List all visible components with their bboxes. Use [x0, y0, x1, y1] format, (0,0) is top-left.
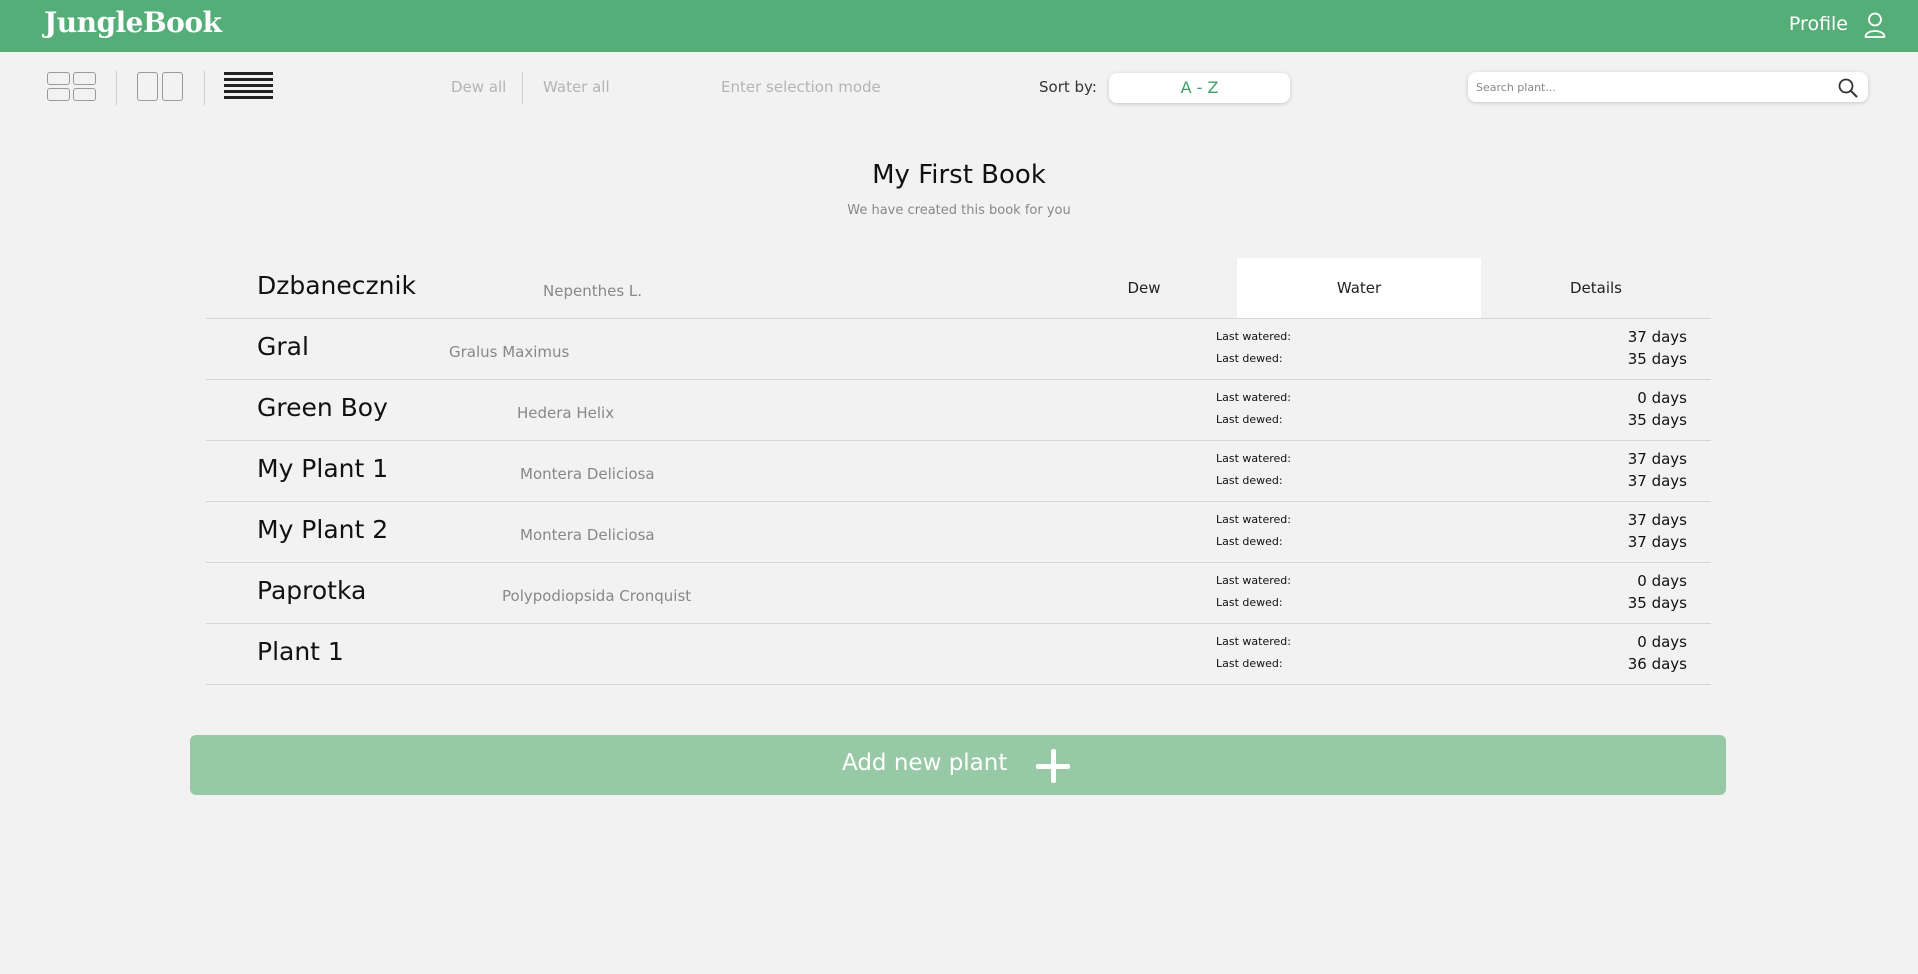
page-title: My First Book: [872, 160, 1046, 190]
plant-name: Dzbanecznik: [257, 271, 416, 300]
list-view-icon[interactable]: [224, 72, 274, 102]
add-plant-label: Add new plant: [842, 750, 1008, 776]
plant-name: Gral: [257, 332, 309, 361]
last-watered-label: Last watered:: [1216, 513, 1291, 526]
search-input[interactable]: [1476, 77, 1816, 97]
last-dewed-value: 37 days: [1627, 533, 1687, 551]
plant-row[interactable]: Green Boy Hedera Helix Last watered: Las…: [206, 380, 1711, 441]
plant-row[interactable]: Plant 1 Last watered: Last dewed: 0 days…: [206, 624, 1711, 685]
details-button[interactable]: Details: [1481, 258, 1711, 318]
last-dewed-label: Last dewed:: [1216, 657, 1283, 670]
dew-all-button[interactable]: Dew all: [451, 78, 506, 96]
add-plant-button[interactable]: Add new plant: [190, 735, 1726, 795]
last-dewed-value: 37 days: [1627, 472, 1687, 490]
plus-icon: [1036, 749, 1070, 783]
plant-species: Montera Deliciosa: [520, 526, 655, 544]
last-dewed-label: Last dewed:: [1216, 596, 1283, 609]
sort-select[interactable]: A - Z: [1109, 73, 1290, 103]
last-watered-value: 37 days: [1627, 450, 1687, 468]
plant-list: Dzbanecznik Nepenthes L. Dew Water Detai…: [206, 258, 1711, 685]
plant-name: Green Boy: [257, 393, 388, 422]
plant-species: Gralus Maximus: [449, 343, 570, 361]
grid-view-icon[interactable]: [47, 72, 97, 104]
last-watered-value: 37 days: [1627, 328, 1687, 346]
toolbar-divider: [204, 71, 205, 105]
last-watered-value: 0 days: [1637, 389, 1687, 407]
page-subtitle: We have created this book for you: [847, 203, 1071, 218]
search-box: [1468, 72, 1868, 102]
plant-name: My Plant 1: [257, 454, 389, 483]
split-view-icon[interactable]: [136, 72, 186, 102]
last-dewed-value: 35 days: [1627, 594, 1687, 612]
last-dewed-label: Last dewed:: [1216, 352, 1283, 365]
last-watered-label: Last watered:: [1216, 330, 1291, 343]
last-dewed-value: 35 days: [1627, 350, 1687, 368]
plant-row-expanded[interactable]: Dzbanecznik Nepenthes L. Dew Water Detai…: [206, 258, 1711, 319]
top-bar: JungleBook Profile: [0, 0, 1918, 52]
last-dewed-label: Last dewed:: [1216, 535, 1283, 548]
profile-link[interactable]: Profile: [1789, 13, 1848, 35]
last-dewed-label: Last dewed:: [1216, 474, 1283, 487]
plant-species: Hedera Helix: [517, 404, 615, 422]
plant-row[interactable]: Paprotka Polypodiopsida Cronquist Last w…: [206, 563, 1711, 624]
last-watered-label: Last watered:: [1216, 574, 1291, 587]
plant-species: Nepenthes L.: [543, 282, 643, 300]
plant-row[interactable]: Gral Gralus Maximus Last watered: Last d…: [206, 319, 1711, 380]
plant-name: Paprotka: [257, 576, 367, 605]
user-icon[interactable]: [1864, 12, 1886, 38]
last-dewed-label: Last dewed:: [1216, 413, 1283, 426]
sort-label: Sort by:: [1039, 78, 1097, 96]
last-dewed-value: 36 days: [1627, 655, 1687, 673]
plant-species: Montera Deliciosa: [520, 465, 655, 483]
search-icon[interactable]: [1838, 78, 1858, 98]
plant-row[interactable]: My Plant 1 Montera Deliciosa Last watere…: [206, 441, 1711, 502]
last-watered-label: Last watered:: [1216, 452, 1291, 465]
plant-species: Polypodiopsida Cronquist: [502, 587, 692, 605]
plant-name: My Plant 2: [257, 515, 389, 544]
last-dewed-value: 35 days: [1627, 411, 1687, 429]
app-logo[interactable]: JungleBook: [44, 6, 222, 39]
last-watered-value: 37 days: [1627, 511, 1687, 529]
last-watered-value: 0 days: [1637, 572, 1687, 590]
last-watered-label: Last watered:: [1216, 635, 1291, 648]
last-watered-label: Last watered:: [1216, 391, 1291, 404]
water-button[interactable]: Water: [1237, 258, 1481, 318]
selection-mode-button[interactable]: Enter selection mode: [721, 78, 881, 96]
water-all-button[interactable]: Water all: [543, 78, 610, 96]
toolbar-divider: [522, 72, 523, 104]
last-watered-value: 0 days: [1637, 633, 1687, 651]
plant-row[interactable]: My Plant 2 Montera Deliciosa Last watere…: [206, 502, 1711, 563]
plant-name: Plant 1: [257, 637, 344, 666]
toolbar-divider: [116, 71, 117, 105]
dew-button[interactable]: Dew: [1022, 258, 1266, 318]
